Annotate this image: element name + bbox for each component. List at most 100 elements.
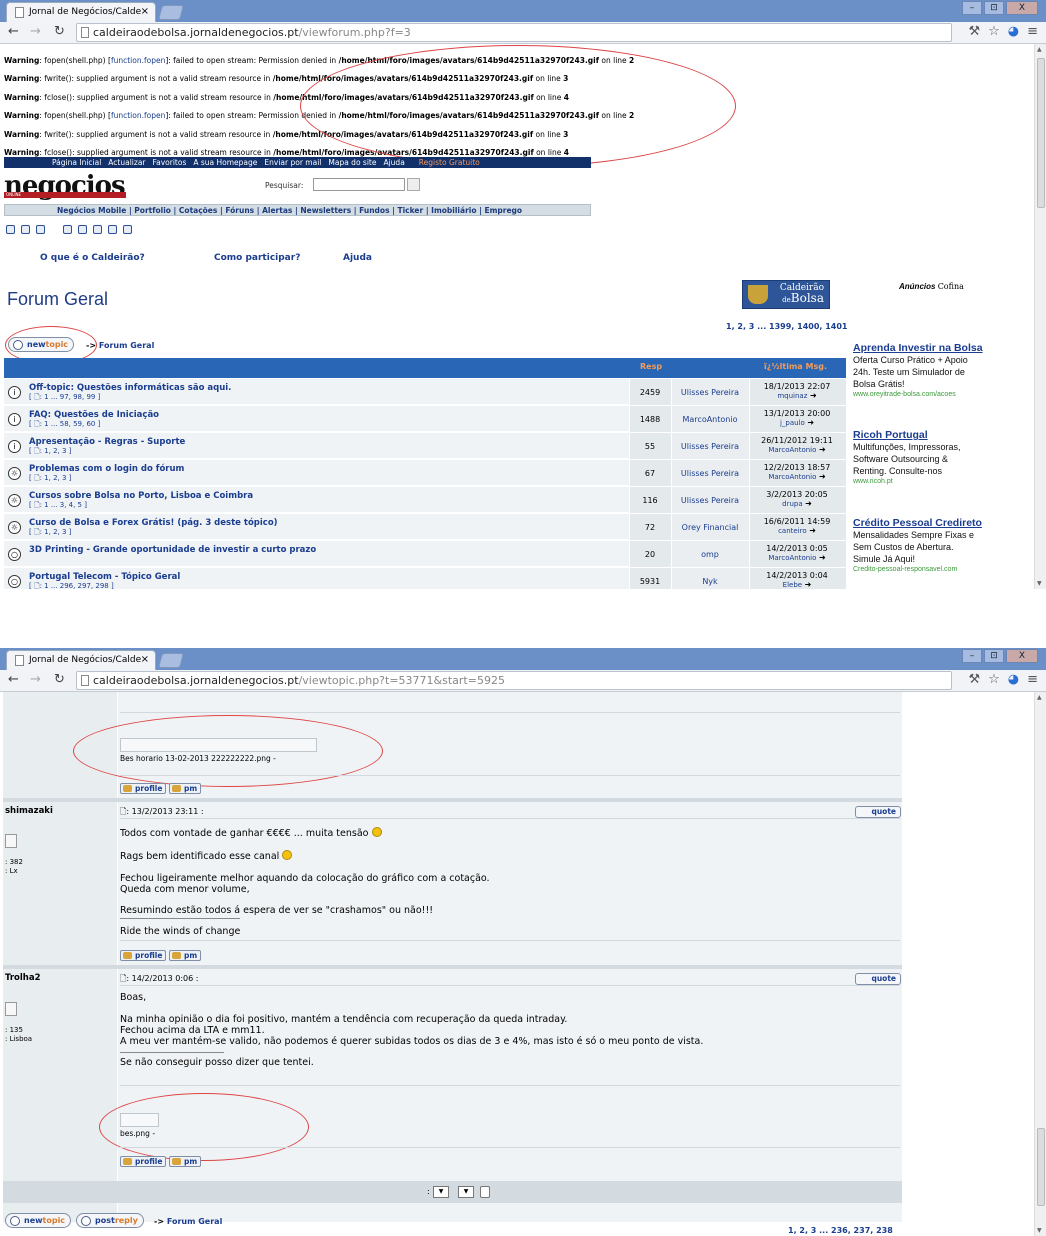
messages-icon[interactable] (108, 225, 117, 234)
last-message-user[interactable]: j_paulo (780, 419, 805, 427)
topnav-link[interactable]: Enviar por mail (264, 158, 321, 167)
ad-block[interactable]: Crédito Pessoal Credireto Mensalidades Se… (853, 517, 983, 575)
extension-icon[interactable]: ⚒ (968, 24, 980, 39)
last-message-user[interactable]: canteiro (778, 527, 807, 535)
breadcrumb-forum-link[interactable]: Forum Geral (167, 1217, 222, 1226)
topnav-link[interactable]: Mapa do site (328, 158, 376, 167)
topic-title-link[interactable]: Curso de Bolsa e Forex Grátis! (pág. 3 d… (29, 518, 278, 528)
topic-author-link[interactable]: Orey Financial (672, 523, 748, 532)
last-message-user[interactable]: MarcoAntonio (768, 554, 816, 562)
secondary-navigation[interactable]: Negócios Mobile | Portfolio | Cotações |… (4, 204, 591, 216)
scroll-up-icon[interactable]: ▲ (1037, 46, 1042, 53)
search-input[interactable] (313, 178, 405, 191)
days-select[interactable]: ▼ (433, 1186, 449, 1198)
pagination[interactable]: 1, 2, 3 ... 236, 237, 238 (788, 1226, 893, 1235)
pm-button[interactable]: pm (169, 950, 202, 961)
topic-title-link[interactable]: 3D Printing - Grande oportunidade de inv… (29, 545, 316, 555)
goto-post-arrow-icon[interactable]: ➜ (819, 445, 826, 454)
topic-author-link[interactable]: MarcoAntonio (672, 415, 748, 424)
scroll-down-icon[interactable]: ▼ (1037, 1227, 1042, 1234)
warning-function-link[interactable]: function.fopen (111, 56, 165, 65)
topic-author-link[interactable]: omp (672, 550, 748, 559)
address-bar[interactable]: caldeiraodebolsa.jornaldenegocios.pt/vie… (76, 23, 952, 42)
tab-close-icon[interactable]: × (141, 654, 149, 665)
topic-pages[interactable]: [ 🗋: 1 ... 97, 98, 99 ] (29, 393, 100, 404)
goto-post-arrow-icon[interactable]: ➜ (805, 499, 812, 508)
pm-button[interactable]: pm (169, 783, 202, 794)
ad-url[interactable]: www.ricoh.pt (853, 477, 983, 487)
pagination[interactable]: 1, 2, 3 ... 1399, 1400, 1401 (726, 322, 847, 331)
last-message-user[interactable]: mquinaz (777, 392, 807, 400)
goto-post-arrow-icon[interactable]: ➜ (809, 526, 816, 535)
close-window-button[interactable]: X (1006, 649, 1038, 663)
ad-title-link[interactable]: Crédito Pessoal Credireto (853, 517, 983, 529)
topic-author-link[interactable]: Ulisses Pereira (672, 469, 748, 478)
vertical-scrollbar[interactable]: ▲ ▼ (1034, 692, 1046, 1236)
close-window-button[interactable]: X (1006, 1, 1038, 15)
warning-function-link[interactable]: function.fopen (111, 111, 165, 120)
goto-post-arrow-icon[interactable]: ➜ (807, 418, 814, 427)
goto-post-arrow-icon[interactable]: ➜ (819, 472, 826, 481)
topnav-link[interactable]: Actualizar (108, 158, 145, 167)
ad-title-link[interactable]: Ricoh Portugal (853, 429, 983, 441)
topic-pages[interactable]: [ 🗋: 1, 2, 3 ] (29, 528, 71, 539)
goto-post-arrow-icon[interactable]: ➜ (819, 553, 826, 562)
last-message-user[interactable]: MarcoAntonio (768, 446, 816, 454)
topic-author-link[interactable]: Ulisses Pereira (672, 496, 748, 505)
memberlist-icon[interactable] (36, 225, 45, 234)
topic-title-link[interactable]: Apresentação - Regras - Suporte (29, 437, 185, 447)
bookmark-star-icon[interactable]: ☆ (988, 672, 1000, 687)
topnav-link[interactable]: A sua Homepage (193, 158, 257, 167)
tab-close-icon[interactable]: × (141, 6, 149, 17)
topic-pages[interactable]: [ 🗋: 1 ... 296, 297, 298 ] (29, 582, 114, 589)
topnav-link[interactable]: Página Inicial (52, 158, 101, 167)
profile-button[interactable]: profile (120, 783, 167, 794)
topic-title-link[interactable]: Problemas com o login do fórum (29, 464, 184, 474)
last-message-user[interactable]: Elebe (783, 581, 802, 589)
topic-author-link[interactable]: Nyk (672, 577, 748, 586)
new-topic-button[interactable]: newtopic (5, 1213, 72, 1228)
post-author-name[interactable]: shimazaki (5, 806, 53, 816)
topic-pages[interactable]: [ 🗋: 1, 2, 3 ] (29, 447, 71, 458)
topic-author-link[interactable]: Ulisses Pereira (672, 388, 748, 397)
menu-icon[interactable]: ≡ (1027, 24, 1038, 39)
goto-post-arrow-icon[interactable]: ➜ (810, 391, 817, 400)
post-author-name[interactable]: Trolha2 (5, 973, 41, 983)
vertical-scrollbar[interactable]: ▲ ▼ (1034, 44, 1046, 589)
minimize-button[interactable]: – (962, 649, 982, 663)
go-button[interactable] (480, 1186, 490, 1198)
register-link[interactable]: Registo Gratuito (419, 158, 480, 167)
last-message-user[interactable]: MarcoAntonio (768, 473, 816, 481)
caldeirao-logo[interactable]: Caldeirão deBolsa (742, 280, 830, 309)
profile-button[interactable]: profile (120, 1156, 167, 1167)
breadcrumb-forum-link[interactable]: Forum Geral (99, 341, 154, 350)
ad-title-link[interactable]: Aprenda Investir na Bolsa (853, 342, 983, 354)
search-icon[interactable] (21, 225, 30, 234)
goto-post-arrow-icon[interactable]: ➜ (805, 580, 812, 589)
new-tab-button[interactable] (157, 5, 185, 20)
faq-icon[interactable] (6, 225, 15, 234)
address-bar[interactable]: caldeiraodebolsa.jornaldenegocios.pt/vie… (76, 671, 952, 690)
maximize-button[interactable]: ⊡ (984, 649, 1004, 663)
menu-icon[interactable]: ≡ (1027, 672, 1038, 687)
scroll-down-icon[interactable]: ▼ (1037, 580, 1042, 587)
ad-block[interactable]: Ricoh Portugal Multifunções, Impressoras,… (853, 429, 983, 487)
topic-title-link[interactable]: Off-topic: Questões informáticas são aqu… (29, 383, 231, 393)
forward-arrow-icon[interactable]: → (30, 24, 41, 39)
profile-icon[interactable] (93, 225, 102, 234)
pm-button[interactable]: pm (169, 1156, 202, 1167)
link-how-to-participate[interactable]: Como participar? (214, 253, 300, 263)
link-help[interactable]: Ajuda (343, 253, 372, 263)
topnav-link[interactable]: Ajuda (383, 158, 404, 167)
groups-icon[interactable] (63, 225, 72, 234)
sync-icon[interactable]: ◕ (1008, 672, 1019, 687)
scrollbar-thumb[interactable] (1037, 58, 1045, 208)
login-icon[interactable] (123, 225, 132, 234)
reload-icon[interactable]: ↻ (54, 672, 65, 687)
ad-url[interactable]: www.oreyitrade-bolsa.com/acoes (853, 390, 983, 400)
topic-title-link[interactable]: FAQ: Questões de Iniciação (29, 410, 159, 420)
quote-button[interactable]: quote (855, 973, 901, 985)
browser-tab[interactable]: Jornal de Negócios/Calde × (6, 650, 156, 670)
back-arrow-icon[interactable]: ← (8, 24, 19, 39)
extension-icon[interactable]: ⚒ (968, 672, 980, 687)
